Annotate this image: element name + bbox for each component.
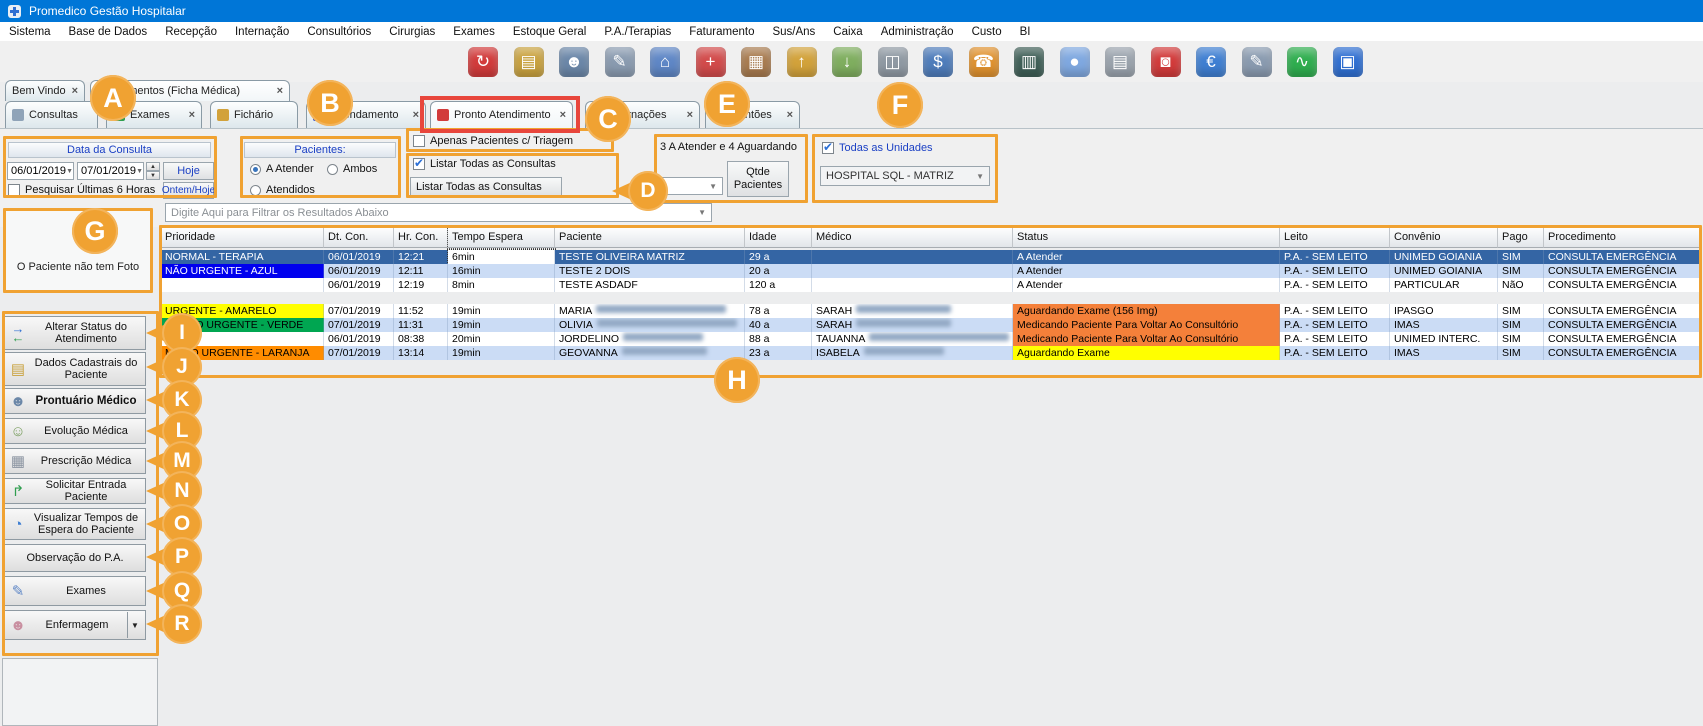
menu-item-administra-o[interactable]: Administração: [872, 26, 963, 38]
expenses-down-icon[interactable]: ↓: [832, 47, 862, 77]
sub-tab-fich-rio[interactable]: Fichário: [210, 101, 298, 128]
close-icon[interactable]: ×: [408, 109, 419, 121]
annotation-marker-d: D: [612, 171, 670, 211]
menu-item-faturamento[interactable]: Faturamento: [680, 26, 763, 38]
toolbar: ↻ ▤ ☻ ✎ ⌂ + ▦ ↑ ↓ ◫ $ ☎ ▥ ● ▤ ◙ € ✎ ∿ ▣: [0, 41, 1703, 82]
stock-icon[interactable]: ▦: [741, 47, 771, 77]
chat-icon[interactable]: ●: [1060, 47, 1090, 77]
monitor-pulse-icon[interactable]: ∿: [1287, 47, 1317, 77]
annotation-box: [812, 134, 998, 203]
doctor-icon[interactable]: ☻: [559, 47, 589, 77]
annotation-box: [2, 311, 159, 656]
annotation-box: [654, 134, 808, 203]
main-tab-bem-vindo[interactable]: Bem Vindo×: [5, 80, 85, 101]
close-icon[interactable]: ×: [782, 109, 793, 121]
menu-item-exames[interactable]: Exames: [444, 26, 504, 38]
menu-item-bi[interactable]: BI: [1011, 26, 1040, 38]
sub-tab-consultas[interactable]: Consultas: [5, 101, 98, 128]
menu-item-interna-o[interactable]: Internação: [226, 26, 298, 38]
invoice-icon[interactable]: ▤: [1105, 47, 1135, 77]
medical-record-icon[interactable]: ✎: [605, 47, 635, 77]
title-bar: Promedico Gestão Hospitalar: [0, 0, 1703, 22]
close-icon[interactable]: ×: [272, 85, 283, 97]
window-title: Promedico Gestão Hospitalar: [29, 4, 186, 18]
power-icon[interactable]: ◙: [1151, 47, 1181, 77]
menu-item-caixa[interactable]: Caixa: [824, 26, 871, 38]
annotation-box: [159, 225, 1702, 378]
ledger-icon[interactable]: ▥: [1014, 47, 1044, 77]
revenue-up-icon[interactable]: ↑: [787, 47, 817, 77]
annotation-marker-e: E: [704, 81, 750, 127]
menu-item-estoque-geral[interactable]: Estoque Geral: [504, 26, 596, 38]
annotation-marker-f: F: [877, 82, 923, 128]
refresh-patients-icon[interactable]: ↻: [468, 47, 498, 77]
safe-icon[interactable]: ◫: [878, 47, 908, 77]
annotation-red-box: [420, 96, 580, 133]
menu-item-custo[interactable]: Custo: [963, 26, 1011, 38]
menu-item-sistema[interactable]: Sistema: [0, 26, 60, 38]
annotation-box: [406, 153, 619, 198]
e-billing-icon[interactable]: €: [1196, 47, 1226, 77]
annotation-marker-g: G: [72, 208, 118, 254]
menu-bar: SistemaBase de DadosRecepçãoInternaçãoCo…: [0, 22, 1703, 42]
close-icon[interactable]: ×: [682, 109, 693, 121]
annotation-marker-r: R: [146, 604, 204, 644]
menu-item-p-a-terapias[interactable]: P.A./Terapias: [595, 26, 680, 38]
contacts-book-icon[interactable]: ▣: [1333, 47, 1363, 77]
menu-item-base-de-dados[interactable]: Base de Dados: [60, 26, 157, 38]
hospital-bed-icon[interactable]: ⌂: [650, 47, 680, 77]
ambulance-icon[interactable]: +: [696, 47, 726, 77]
phonebook-icon[interactable]: ☎: [969, 47, 999, 77]
app-window: Promedico Gestão Hospitalar SistemaBase …: [0, 0, 1703, 726]
annotation-box: [3, 136, 217, 198]
annotation-marker-c: C: [585, 96, 631, 142]
patients-folder-icon[interactable]: ▤: [514, 47, 544, 77]
chevron-down-icon[interactable]: ▼: [698, 208, 706, 217]
annotation-marker-h: H: [714, 357, 760, 403]
menu-item-consult-rios[interactable]: Consultórios: [298, 26, 380, 38]
menu-item-recep-o[interactable]: Recepção: [156, 26, 226, 38]
close-icon[interactable]: ×: [184, 109, 195, 121]
consultas-person-icon: [12, 109, 24, 121]
notes-icon[interactable]: ✎: [1242, 47, 1272, 77]
menu-item-cirurgias[interactable]: Cirurgias: [380, 26, 444, 38]
menu-item-sus-ans[interactable]: Sus/Ans: [763, 26, 824, 38]
annotation-marker-b: B: [307, 80, 353, 126]
fichario-icon: [217, 109, 229, 121]
annotation-box: [240, 136, 401, 198]
app-logo-icon: [8, 5, 21, 18]
finance-chart-icon[interactable]: $: [923, 47, 953, 77]
close-icon[interactable]: ×: [67, 85, 78, 97]
annotation-marker-a: A: [90, 75, 136, 121]
sidebar-empty-panel: [2, 658, 158, 726]
